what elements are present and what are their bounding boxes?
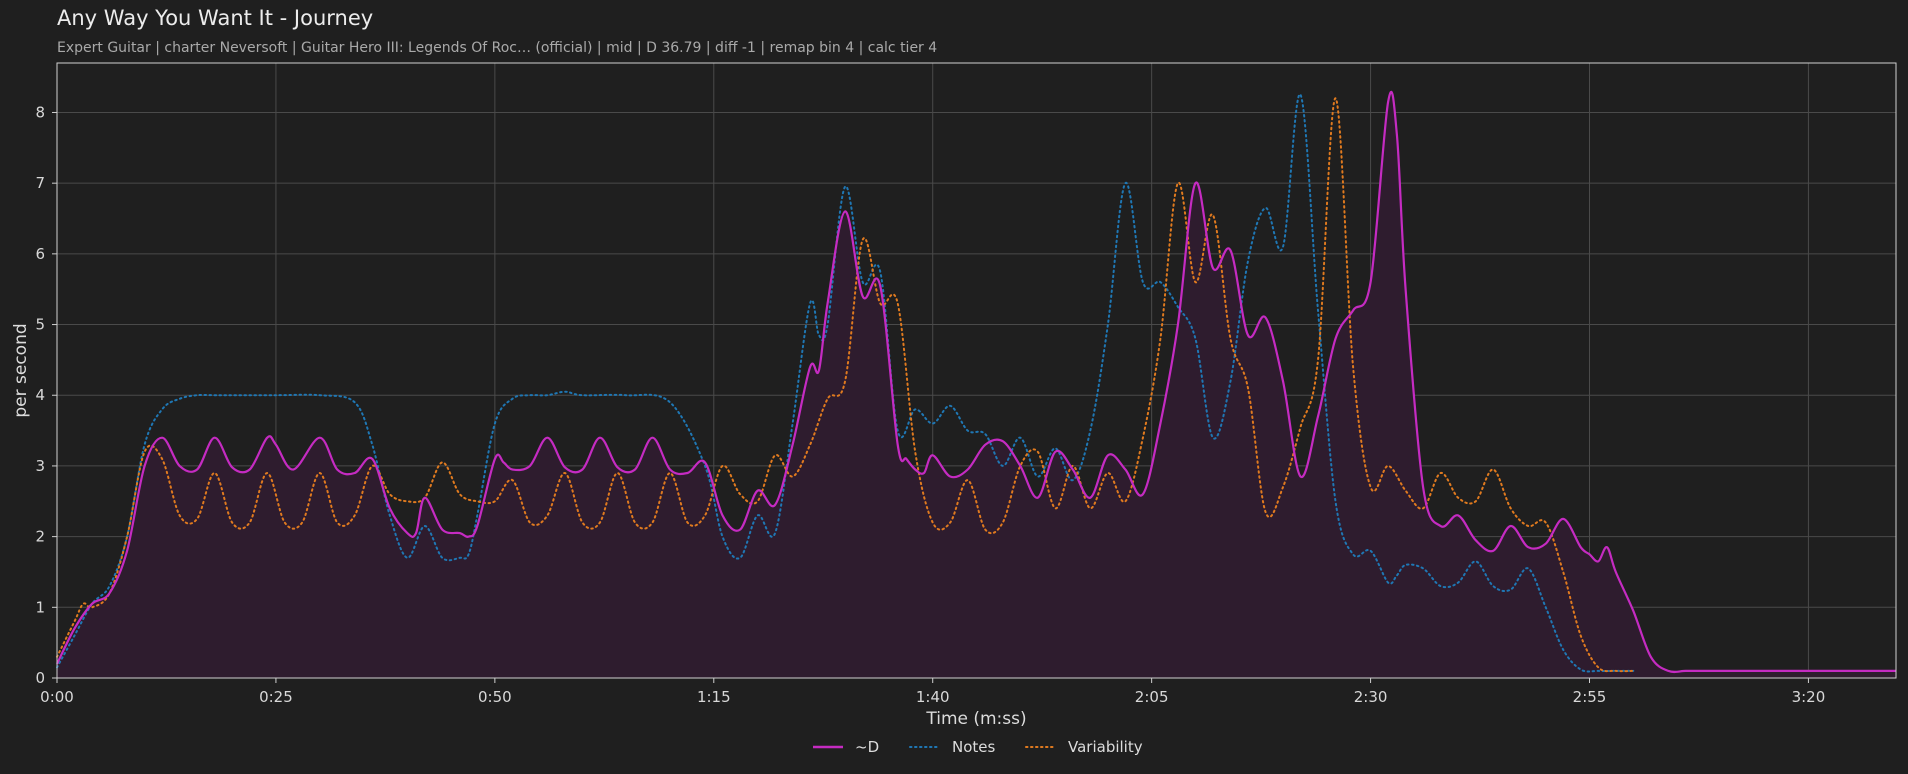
y-tick-label: 0 [35, 669, 45, 687]
legend-item-variability-label: Variability [1068, 738, 1143, 756]
y-tick-label: 5 [35, 316, 45, 334]
y-axis: 0 1 2 3 4 5 6 7 8 [35, 103, 57, 687]
x-tick-label: 1:15 [697, 688, 731, 706]
legend-item-variability: Variability [1025, 738, 1143, 756]
x-tick-label: 2:05 [1135, 688, 1169, 706]
x-tick-label: 3:20 [1792, 688, 1826, 706]
legend-item-d: ~D [813, 738, 879, 756]
x-axis-label: Time (m:ss) [925, 709, 1026, 729]
y-tick-label: 1 [35, 598, 45, 616]
x-tick-label: 2:55 [1573, 688, 1607, 706]
x-tick-label: 2:30 [1354, 688, 1388, 706]
y-tick-label: 2 [35, 528, 45, 546]
legend: ~D Notes Variability [813, 738, 1143, 756]
x-tick-label: 0:00 [40, 688, 74, 706]
x-tick-label: 0:50 [478, 688, 512, 706]
series-layer [56, 90, 1896, 679]
series-d-area [57, 91, 1896, 679]
y-axis-label: per second [11, 323, 31, 417]
y-tick-label: 3 [35, 457, 45, 475]
legend-item-notes: Notes [909, 738, 996, 756]
y-tick-label: 8 [35, 103, 45, 121]
x-tick-label: 0:25 [259, 688, 293, 706]
line-chart: 0:00 0:25 0:50 1:15 1:40 2:05 2:30 2:55 3:20 0 1 2… [11, 62, 1897, 756]
x-axis: 0:00 0:25 0:50 1:15 1:40 2:05 2:30 2:55 3:20 [40, 678, 1825, 706]
legend-item-notes-label: Notes [952, 738, 996, 756]
x-tick-label: 1:40 [916, 688, 950, 706]
y-tick-label: 6 [35, 245, 45, 263]
y-tick-label: 7 [35, 174, 45, 192]
legend-item-d-label: ~D [855, 738, 879, 756]
y-tick-label: 4 [35, 386, 45, 404]
